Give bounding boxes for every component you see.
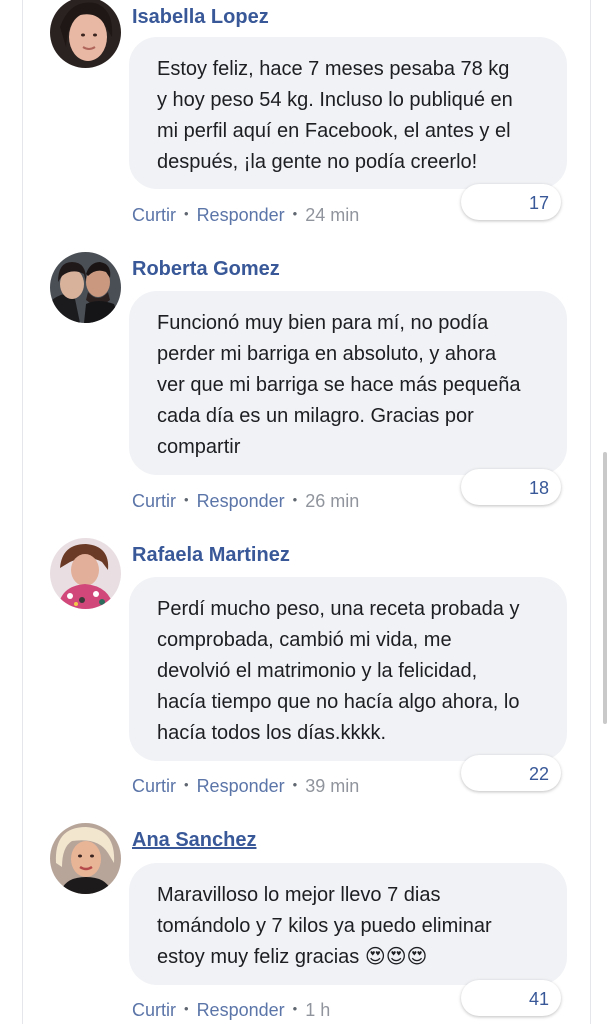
reply-button[interactable]: Responder (197, 205, 285, 225)
separator-dot: • (184, 206, 189, 221)
comment-author[interactable]: Isabella Lopez (132, 6, 269, 29)
separator-dot: • (292, 1001, 298, 1016)
comment-bubble: Perdí mucho peso, una receta probada y c… (129, 577, 567, 761)
comment-author[interactable]: Roberta Gomez (132, 258, 280, 281)
comment-author[interactable]: Ana Sanchez (132, 829, 256, 852)
comment-text: Funcionó muy bien para mí, no podía perd… (157, 312, 521, 458)
reaction-count-badge[interactable]: 22 (461, 755, 561, 791)
comment-text: Estoy feliz, hace 7 meses pesaba 78 kg y… (157, 58, 513, 173)
reaction-count: 22 (528, 764, 549, 784)
avatar[interactable] (50, 538, 121, 609)
comments-page: Isabella Lopez Estoy feliz, hace 7 meses… (0, 0, 612, 1024)
comment-timestamp[interactable]: 26 min (305, 491, 359, 511)
scrollbar[interactable] (603, 452, 607, 724)
comment-text: Maravilloso lo mejor llevo 7 dias tománd… (157, 884, 492, 968)
left-divider (22, 0, 23, 1024)
comment-timestamp[interactable]: 24 min (305, 205, 359, 225)
comment-bubble: Maravilloso lo mejor llevo 7 dias tománd… (129, 863, 567, 985)
comment-author[interactable]: Rafaela Martinez (132, 544, 290, 567)
separator-dot: • (292, 492, 298, 507)
like-button[interactable]: Curtir (132, 1000, 176, 1020)
comment-actions: Curtir • Responder • 39 min (132, 776, 359, 797)
comment-bubble: Estoy feliz, hace 7 meses pesaba 78 kg y… (129, 37, 567, 189)
separator-dot: • (292, 777, 298, 792)
separator-dot: • (184, 777, 189, 792)
reply-button[interactable]: Responder (197, 491, 285, 511)
like-button[interactable]: Curtir (132, 491, 176, 511)
reaction-count-badge[interactable]: 17 (461, 184, 561, 220)
like-button[interactable]: Curtir (132, 205, 176, 225)
reaction-count: 18 (528, 478, 549, 498)
reaction-count-badge[interactable]: 18 (461, 469, 561, 505)
reply-button[interactable]: Responder (197, 776, 285, 796)
comment-bubble: Funcionó muy bien para mí, no podía perd… (129, 291, 567, 475)
avatar[interactable] (50, 823, 121, 894)
comment-actions: Curtir • Responder • 26 min (132, 491, 359, 512)
comment-timestamp[interactable]: 1 h (305, 1000, 330, 1020)
separator-dot: • (292, 206, 298, 221)
comment-actions: Curtir • Responder • 1 h (132, 1000, 330, 1021)
avatar[interactable] (50, 252, 121, 323)
separator-dot: • (184, 492, 189, 507)
like-button[interactable]: Curtir (132, 776, 176, 796)
right-divider (590, 0, 591, 1024)
reaction-count-badge[interactable]: 41 (461, 980, 561, 1016)
comment-actions: Curtir • Responder • 24 min (132, 205, 359, 226)
comment-text: Perdí mucho peso, una receta probada y c… (157, 598, 520, 744)
reaction-count: 17 (528, 193, 549, 213)
avatar[interactable] (50, 0, 121, 68)
reaction-count: 41 (528, 989, 549, 1009)
separator-dot: • (184, 1001, 189, 1016)
comment-timestamp[interactable]: 39 min (305, 776, 359, 796)
reply-button[interactable]: Responder (197, 1000, 285, 1020)
